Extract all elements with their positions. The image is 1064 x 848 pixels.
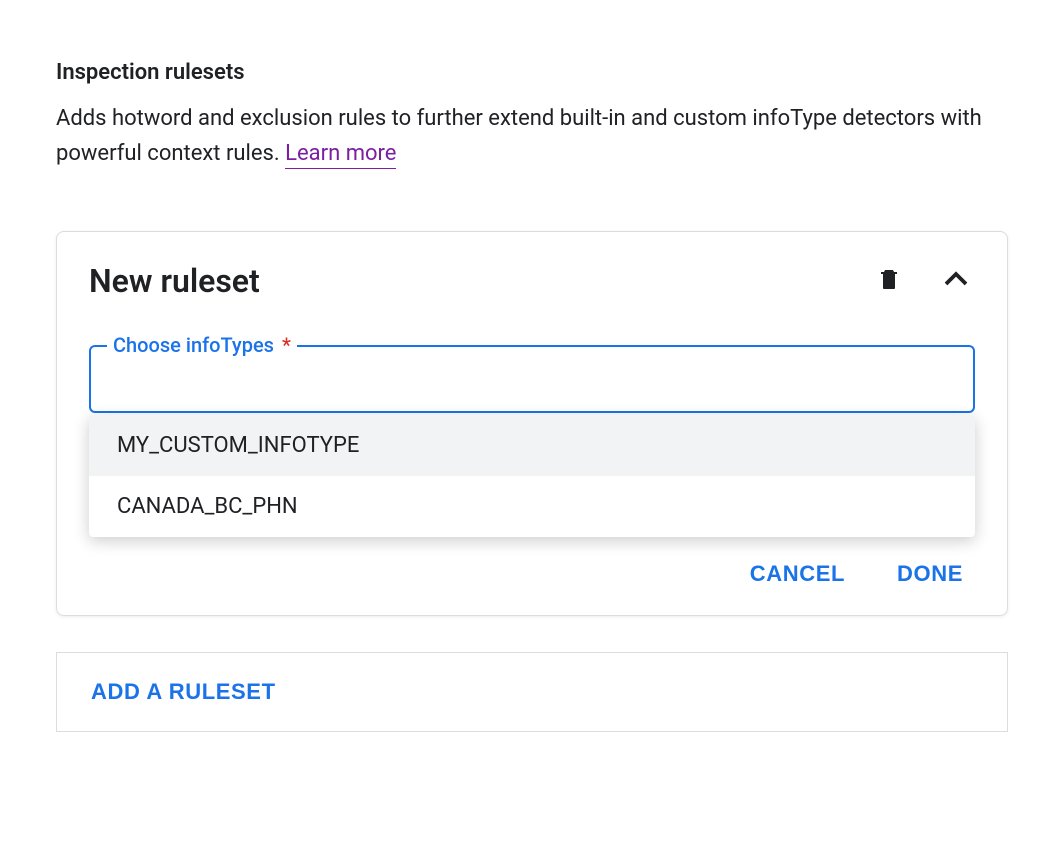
infotype-dropdown-panel: MY_CUSTOM_INFOTYPE CANADA_BC_PHN — [89, 415, 975, 537]
card-title: New ruleset — [89, 262, 260, 300]
field-label-text: Choose infoTypes — [113, 333, 274, 357]
infotype-field-container: Choose infoTypes * MY_CUSTOM_INFOTYPE CA… — [89, 345, 975, 413]
collapse-button[interactable] — [937, 260, 975, 301]
choose-infotypes-input[interactable]: Choose infoTypes * — [89, 345, 975, 413]
cancel-button[interactable]: CANCEL — [750, 561, 845, 587]
delete-button[interactable] — [873, 261, 905, 300]
section-title: Inspection rulesets — [56, 60, 1008, 85]
card-header-actions — [873, 260, 975, 301]
ruleset-card: New ruleset Choose infoTypes * MY_CUSTOM… — [56, 231, 1008, 616]
field-label: Choose infoTypes * — [107, 333, 297, 357]
trash-icon — [877, 265, 901, 296]
description-text: Adds hotword and exclusion rules to furt… — [56, 106, 982, 166]
required-marker: * — [282, 333, 291, 357]
dropdown-option[interactable]: MY_CUSTOM_INFOTYPE — [89, 415, 975, 476]
dropdown-option[interactable]: CANADA_BC_PHN — [89, 476, 975, 537]
section-description: Adds hotword and exclusion rules to furt… — [56, 101, 1008, 171]
chevron-up-icon — [941, 264, 971, 297]
add-ruleset-button[interactable]: ADD A RULESET — [91, 679, 276, 705]
add-ruleset-box: ADD A RULESET — [56, 652, 1008, 732]
learn-more-link[interactable]: Learn more — [285, 141, 396, 169]
card-header: New ruleset — [89, 260, 975, 301]
card-actions: CANCEL DONE — [89, 561, 975, 587]
done-button[interactable]: DONE — [897, 561, 963, 587]
